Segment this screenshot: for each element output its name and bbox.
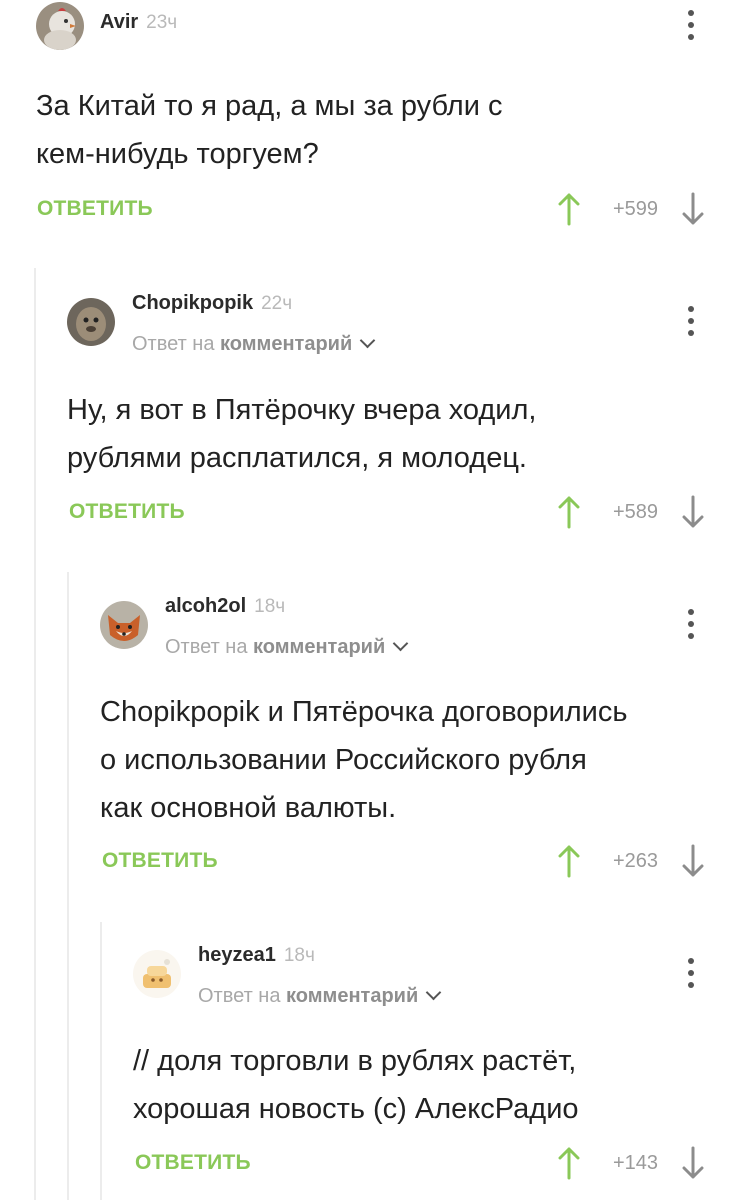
rating-count: +589 (612, 501, 658, 523)
reply-to[interactable]: Ответ на комментарий (132, 332, 376, 356)
arrow-down-icon[interactable] (682, 192, 704, 226)
comment-text: Ну, я вот в Пятёрочку вчера ходил, рубля… (67, 394, 537, 474)
avatar[interactable] (36, 2, 84, 50)
arrow-down-icon[interactable] (682, 844, 704, 878)
thread-line-level-2 (67, 572, 69, 1200)
reply-button[interactable]: ОТВЕТИТЬ (135, 1151, 251, 1175)
username[interactable]: alcoh2ol 18ч (165, 595, 285, 618)
arrow-up-icon[interactable] (558, 495, 580, 529)
reply-to[interactable]: Ответ на комментарий (198, 984, 442, 1008)
chevron-down-icon (359, 332, 376, 349)
timestamp: 23ч (146, 12, 178, 33)
reply-button[interactable]: ОТВЕТИТЬ (69, 500, 185, 524)
avatar[interactable] (100, 601, 148, 649)
rating-count: +143 (612, 1152, 658, 1174)
chevron-down-icon (392, 635, 409, 652)
username[interactable]: Avir 23ч (100, 11, 177, 34)
arrow-down-icon[interactable] (682, 495, 704, 529)
comment-text: За Китай то я рад, а мы за рубли с кем-н… (36, 90, 503, 170)
timestamp: 18ч (283, 945, 315, 966)
thread-line-level-3 (100, 922, 102, 1200)
reply-button[interactable]: ОТВЕТИТЬ (37, 197, 153, 221)
arrow-down-icon[interactable] (682, 1146, 704, 1180)
comment-text: // доля торговли в рублях растёт, хороша… (133, 1045, 579, 1125)
arrow-up-icon[interactable] (558, 1146, 580, 1180)
arrow-up-icon[interactable] (558, 844, 580, 878)
arrow-up-icon[interactable] (558, 192, 580, 226)
chevron-down-icon (425, 984, 442, 1001)
reply-to[interactable]: Ответ на комментарий (165, 635, 409, 659)
more-vertical-icon[interactable] (686, 304, 696, 338)
comment-text: Chopikpopik и Пятёрочка договорились о и… (100, 696, 628, 824)
more-vertical-icon[interactable] (686, 956, 696, 990)
reply-button[interactable]: ОТВЕТИТЬ (102, 849, 218, 873)
timestamp: 18ч (254, 596, 286, 617)
rating-count: +263 (612, 850, 658, 872)
rating-count: +599 (612, 198, 658, 220)
more-vertical-icon[interactable] (686, 607, 696, 641)
timestamp: 22ч (261, 293, 293, 314)
avatar[interactable] (133, 950, 181, 998)
avatar[interactable] (67, 298, 115, 346)
username[interactable]: Chopikpopik 22ч (132, 292, 292, 315)
username[interactable]: heyzea1 18ч (198, 944, 315, 967)
more-vertical-icon[interactable] (686, 8, 696, 42)
thread-line-level-1 (34, 268, 36, 1200)
